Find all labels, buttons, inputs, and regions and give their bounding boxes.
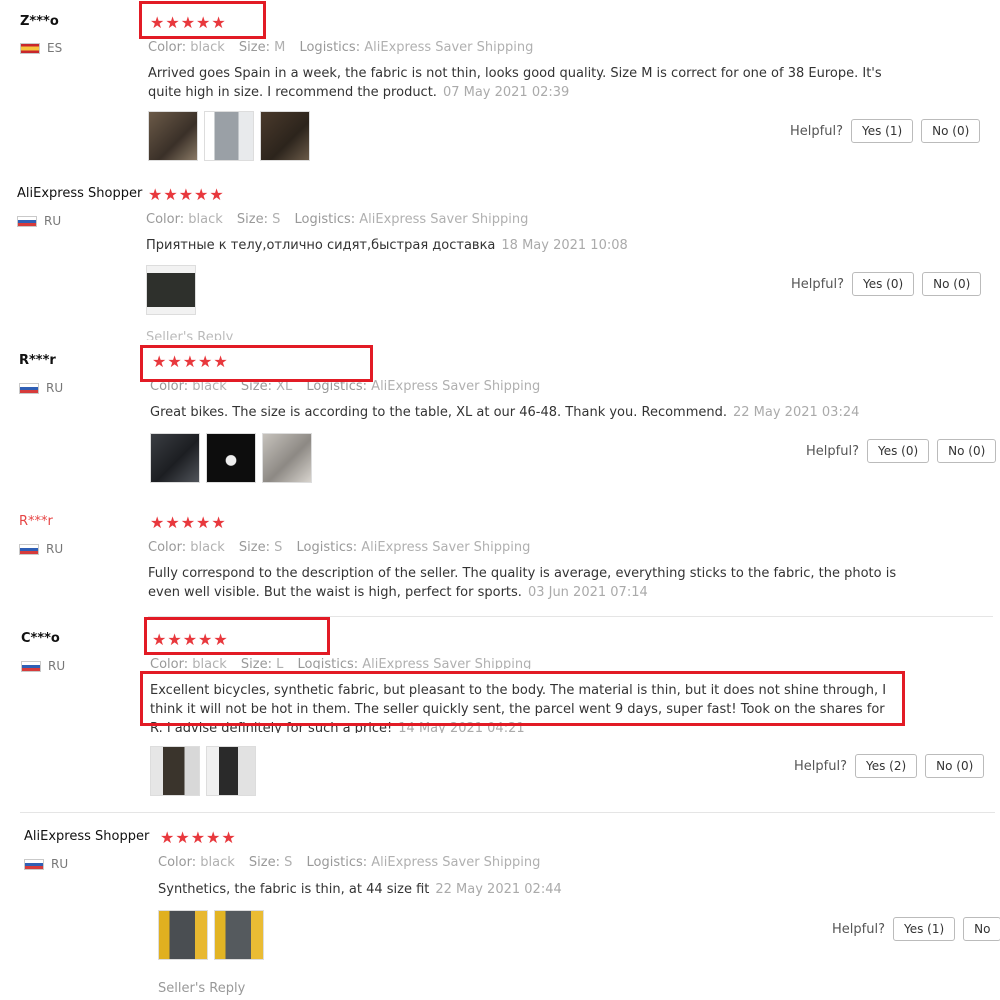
helpful-yes-button[interactable]: Yes (1)	[892, 917, 956, 941]
review-text: Synthetics, the fabric is thin, at 44 si…	[158, 882, 562, 897]
review-photos	[150, 746, 256, 796]
review-attributes: Color: black Size: S Logistics: AliExpre…	[158, 855, 541, 870]
review-attributes: Color: black Size: S Logistics: AliExpre…	[148, 540, 531, 555]
helpful-vote: Helpful? Yes (2) No (0)	[794, 754, 985, 778]
highlight-box	[140, 671, 905, 726]
russia-flag-icon	[19, 543, 39, 555]
reviewer-country: RU	[19, 542, 63, 556]
review-photos	[146, 265, 196, 315]
sellers-reply-link[interactable]: Seller's Reply	[146, 330, 233, 340]
helpful-yes-button[interactable]: Yes (1)	[850, 119, 914, 143]
review-date: 22 May 2021 03:24	[733, 405, 860, 420]
helpful-no-button[interactable]: No (0)	[921, 119, 981, 143]
spain-flag-icon	[20, 42, 40, 54]
helpful-vote: Helpful? Yes (1) No (0)	[790, 119, 981, 143]
review-photo[interactable]	[206, 433, 256, 483]
helpful-no-button[interactable]: No (0)	[925, 754, 985, 778]
review-photo[interactable]	[158, 910, 208, 960]
review-photo[interactable]	[214, 910, 264, 960]
russia-flag-icon	[24, 858, 44, 870]
helpful-vote: Helpful? Yes (0) No (0)	[806, 439, 997, 463]
review-attributes: Color: black Size: M Logistics: AliExpre…	[148, 40, 534, 55]
divider	[20, 812, 995, 813]
review-date: 18 May 2021 10:08	[501, 238, 628, 253]
review-photo[interactable]	[204, 111, 254, 161]
review-photo[interactable]	[150, 746, 200, 796]
helpful-vote: Helpful? Yes (0) No (0)	[791, 272, 982, 296]
reviewer-country: RU	[17, 214, 61, 228]
helpful-no-button[interactable]: No (0)	[937, 439, 997, 463]
reviewer-name[interactable]: AliExpress Shopper	[17, 186, 142, 201]
russia-flag-icon	[17, 215, 37, 227]
helpful-vote: Helpful? Yes (1) No	[832, 917, 1000, 941]
review-photo[interactable]	[262, 433, 312, 483]
reviewer-name[interactable]: C***o	[21, 631, 60, 646]
reviewer-country: RU	[24, 857, 68, 871]
helpful-yes-button[interactable]: Yes (0)	[866, 439, 930, 463]
russia-flag-icon	[21, 660, 41, 672]
russia-flag-icon	[19, 382, 39, 394]
review-photo[interactable]	[146, 265, 196, 315]
review-photo[interactable]	[260, 111, 310, 161]
helpful-yes-button[interactable]: Yes (0)	[851, 272, 915, 296]
helpful-no-button[interactable]: No (0)	[922, 272, 982, 296]
reviewer-country: ES	[20, 41, 62, 55]
review-attributes: Color: black Size: L Logistics: AliExpre…	[150, 657, 532, 669]
reviewer-name[interactable]: R***r	[19, 514, 53, 529]
reviewer-name[interactable]: R***r	[19, 353, 56, 368]
helpful-no-button[interactable]: No	[963, 917, 1000, 941]
review-photos	[158, 910, 264, 960]
review-date: 22 May 2021 02:44	[435, 882, 562, 897]
review-attributes: Color: black Size: S Logistics: AliExpre…	[146, 212, 529, 227]
reviewer-country: RU	[21, 659, 65, 673]
star-rating: ★★★★★	[150, 513, 227, 532]
review-photos	[148, 111, 310, 161]
review-date: 07 May 2021 02:39	[442, 85, 570, 100]
highlight-box	[139, 1, 266, 39]
highlight-box	[144, 617, 330, 655]
reviewer-name[interactable]: Z***o	[20, 14, 59, 29]
review-text: Great bikes. The size is according to th…	[150, 405, 860, 420]
review-text: Приятные к телу,отлично сидят,быстрая до…	[146, 238, 628, 253]
review-photos	[150, 433, 312, 483]
review-date: 03 Jun 2021 07:14	[527, 585, 648, 600]
review-text: Arrived goes Spain in a week, the fabric…	[148, 66, 882, 100]
helpful-yes-button[interactable]: Yes (2)	[854, 754, 918, 778]
star-rating: ★★★★★	[160, 828, 237, 847]
reviewer-name[interactable]: AliExpress Shopper	[24, 829, 149, 844]
sellers-reply-link[interactable]: Seller's Reply	[158, 981, 245, 996]
reviewer-country: RU	[19, 381, 63, 395]
star-rating: ★★★★★	[148, 185, 225, 204]
review-photo[interactable]	[150, 433, 200, 483]
review-photo[interactable]	[206, 746, 256, 796]
review-photo[interactable]	[148, 111, 198, 161]
review-text: Fully correspond to the description of t…	[148, 566, 897, 600]
highlight-box	[140, 345, 373, 382]
